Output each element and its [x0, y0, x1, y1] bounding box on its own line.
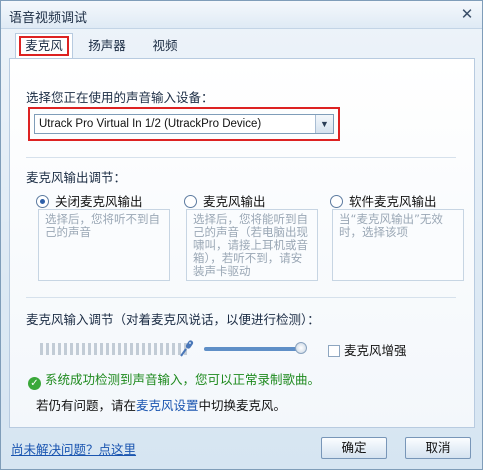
output-adjust-label: 麦克风输出调节： — [26, 170, 127, 185]
help-link[interactable]: 尚未解决问题？点这里 — [11, 439, 136, 458]
radio-unchecked-icon — [330, 195, 343, 208]
mic-settings-link[interactable]: 麦克风设置 — [136, 398, 199, 413]
radio-label: 软件麦克风输出 — [349, 194, 437, 209]
radio-mic-output[interactable]: 麦克风输出 — [184, 191, 266, 209]
input-device-value: Utrack Pro Virtual In 1/2 (UtrackPro Dev… — [39, 118, 262, 130]
tab-microphone[interactable]: 麦克风 — [15, 33, 73, 59]
microphone-panel: 选择您正在使用的声音输入设备： Utrack Pro Virtual In 1/… — [9, 58, 475, 428]
checkbox-unchecked-icon — [328, 345, 340, 357]
mic-boost-checkbox[interactable]: 麦克风增强 — [328, 340, 407, 359]
radio-checked-icon — [36, 195, 49, 208]
radio-software-mic-output[interactable]: 软件麦克风输出 — [330, 191, 437, 209]
volume-fill — [204, 347, 301, 351]
desc-disable-mic-output: 选择后，您将听不到自己的声音 — [38, 209, 170, 281]
input-adjust-label: 麦克风输入调节（对着麦克风说话，以便进行检测）： — [26, 312, 320, 327]
input-level-meter — [40, 343, 190, 355]
tab-speaker[interactable]: 扬声器 — [79, 35, 135, 57]
ok-button[interactable]: 确定 — [321, 437, 387, 459]
radio-unchecked-icon — [184, 195, 197, 208]
microphone-icon — [180, 340, 194, 357]
detection-status-text: 系统成功检测到声音输入，您可以正常录制歌曲。 — [45, 372, 321, 387]
divider — [26, 157, 456, 158]
hint-prefix: 若仍有问题，请在 — [36, 398, 137, 413]
voice-video-debug-dialog: 语音视频调试 ✕ 麦克风 扬声器 视频 选择您正在使用的声音输入设备： Utra… — [0, 0, 483, 470]
radio-label: 关闭麦克风输出 — [55, 194, 143, 209]
tab-video[interactable]: 视频 — [145, 35, 185, 57]
radio-label: 麦克风输出 — [203, 194, 266, 209]
input-device-select[interactable]: Utrack Pro Virtual In 1/2 (UtrackPro Dev… — [34, 114, 334, 134]
settings-hint: 若仍有问题，请在麦克风设置中切换麦克风。 — [36, 395, 286, 414]
volume-track[interactable] — [204, 347, 304, 351]
desc-mic-output: 选择后，您将能听到自己的声音（若电脑出现啸叫，请接上耳机或音箱），若听不到，请安… — [186, 209, 318, 281]
tab-microphone-label: 麦克风 — [19, 36, 69, 56]
cancel-button[interactable]: 取消 — [405, 437, 471, 459]
volume-slider-thumb[interactable] — [295, 342, 307, 354]
window-title: 语音视频调试 — [9, 11, 88, 26]
radio-disable-mic-output[interactable]: 关闭麦克风输出 — [36, 191, 143, 209]
desc-software-mic-output: 当“麦克风输出”无效时，选择该项 — [332, 209, 464, 281]
input-device-label: 选择您正在使用的声音输入设备： — [26, 90, 214, 105]
title-bar[interactable]: 语音视频调试 ✕ — [1, 1, 482, 29]
close-icon[interactable]: ✕ — [458, 5, 476, 23]
detection-status: ✓ 系统成功检测到声音输入，您可以正常录制歌曲。 — [28, 369, 320, 390]
chevron-down-icon[interactable]: ▼ — [315, 115, 333, 133]
mic-boost-label: 麦克风增强 — [344, 343, 407, 358]
device-select-highlight: Utrack Pro Virtual In 1/2 (UtrackPro Dev… — [28, 107, 340, 141]
check-circle-icon: ✓ — [28, 377, 41, 390]
hint-suffix: 中切换麦克风。 — [198, 398, 287, 413]
divider — [26, 297, 456, 298]
